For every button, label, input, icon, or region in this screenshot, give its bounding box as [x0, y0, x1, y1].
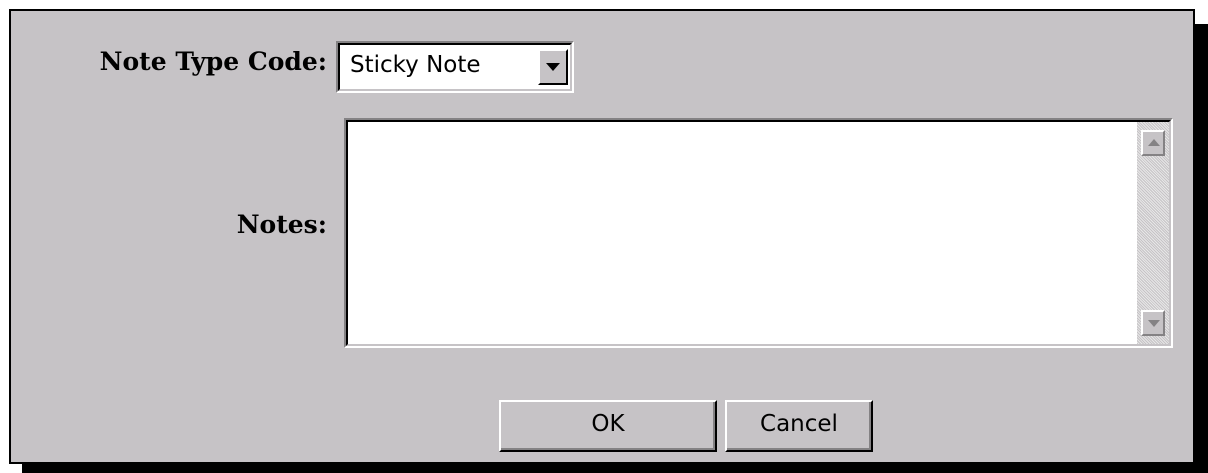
note-type-label: Note Type Code:	[99, 47, 327, 76]
notes-textarea[interactable]	[344, 118, 1173, 348]
note-dialog: Note Type Code: Sticky Note Notes: OK Ca…	[9, 9, 1195, 464]
ok-button-label: OK	[591, 411, 625, 437]
scroll-down-button[interactable]	[1141, 310, 1165, 336]
notes-label: Notes:	[236, 210, 327, 239]
note-type-dropdown-button[interactable]	[538, 49, 568, 85]
cancel-button-label: Cancel	[760, 411, 838, 437]
note-type-select[interactable]: Sticky Note	[336, 41, 574, 93]
scroll-up-arrow-icon	[1148, 139, 1160, 146]
note-type-selected-value: Sticky Note	[350, 52, 481, 78]
chevron-down-icon	[546, 63, 560, 71]
notes-textarea-field[interactable]	[346, 120, 1171, 346]
notes-text[interactable]	[348, 122, 1124, 344]
scroll-down-arrow-icon	[1148, 320, 1160, 327]
scroll-up-button[interactable]	[1141, 130, 1165, 156]
cancel-button[interactable]: Cancel	[725, 400, 873, 452]
notes-scrollbar[interactable]	[1137, 122, 1169, 344]
ok-button[interactable]: OK	[499, 400, 717, 452]
note-type-select-field[interactable]: Sticky Note	[338, 43, 572, 91]
